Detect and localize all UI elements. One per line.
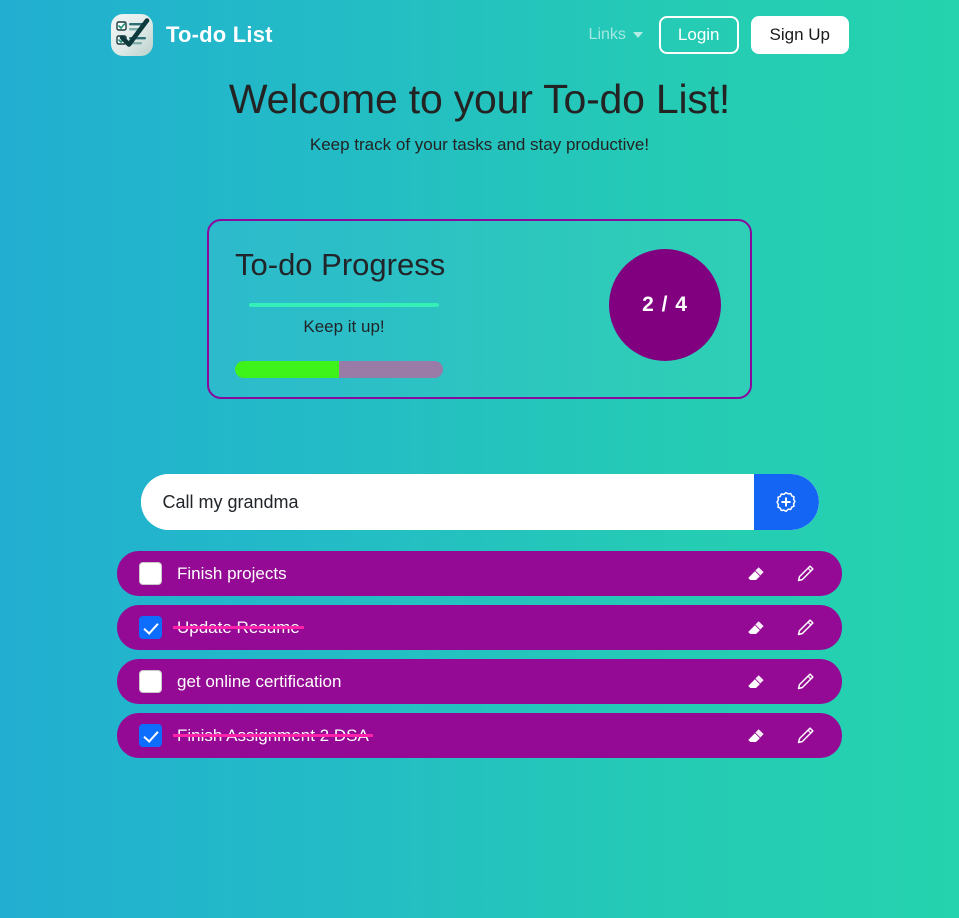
todo-checkbox[interactable] <box>139 724 162 747</box>
todo-checkbox[interactable] <box>139 562 162 585</box>
todo-actions <box>744 671 816 693</box>
chevron-down-icon <box>632 32 643 38</box>
progress-divider <box>249 303 439 307</box>
navbar-right-group: Links Login Sign Up <box>585 16 849 54</box>
add-task-button[interactable] <box>753 474 819 530</box>
progress-bar-track <box>235 361 443 378</box>
plus-badge-icon <box>776 491 796 513</box>
todo-checkbox[interactable] <box>139 616 162 639</box>
nav-links-dropdown[interactable]: Links <box>585 20 647 50</box>
todo-item: get online certification <box>117 659 842 704</box>
page-title: Welcome to your To-do List! <box>228 76 731 122</box>
pencil-icon <box>797 726 814 743</box>
todo-label: Update Resume <box>173 617 304 637</box>
todo-checkbox[interactable] <box>139 670 162 693</box>
edit-task-button[interactable] <box>794 725 816 747</box>
edit-task-button[interactable] <box>794 617 816 639</box>
login-button[interactable]: Login <box>658 16 739 54</box>
nav-links-label: Links <box>588 26 626 43</box>
todo-actions <box>744 617 816 639</box>
todo-item: Update Resume <box>117 605 842 650</box>
hero-section: Welcome to your To-do List! Keep track o… <box>0 76 959 155</box>
pencil-icon <box>797 564 814 581</box>
new-task-input[interactable] <box>140 474 754 530</box>
eraser-icon <box>748 728 764 742</box>
progress-card: To-do Progress Keep it up! 2 / 4 <box>207 219 752 399</box>
todo-label: Finish projects <box>177 563 287 583</box>
edit-task-button[interactable] <box>794 563 816 585</box>
todo-checklist-logo-icon <box>111 14 153 56</box>
todo-item: Finish projects <box>117 551 842 596</box>
delete-task-button[interactable] <box>744 671 766 693</box>
progress-section: To-do Progress Keep it up! 2 / 4 <box>207 219 752 399</box>
todo-actions <box>744 725 816 747</box>
edit-task-button[interactable] <box>794 671 816 693</box>
pencil-icon <box>797 618 814 635</box>
navbar: To-do List Links Login Sign Up <box>0 0 959 70</box>
progress-encouragement: Keep it up! <box>303 317 385 336</box>
todo-label: Finish Assignment 2 DSA <box>173 725 373 745</box>
todo-item: Finish Assignment 2 DSA <box>117 713 842 758</box>
eraser-icon <box>748 674 764 688</box>
page-subtitle: Keep track of your tasks and stay produc… <box>309 135 650 154</box>
delete-task-button[interactable] <box>744 563 766 585</box>
pencil-icon <box>797 672 814 689</box>
delete-task-button[interactable] <box>744 617 766 639</box>
brand-title: To-do List <box>166 22 273 47</box>
signup-button[interactable]: Sign Up <box>750 16 849 54</box>
progress-count-badge: 2 / 4 <box>609 249 721 361</box>
todo-actions <box>744 563 816 585</box>
eraser-icon <box>748 566 764 580</box>
delete-task-button[interactable] <box>744 725 766 747</box>
add-task-row <box>140 474 819 530</box>
progress-bar-fill <box>235 361 339 378</box>
eraser-icon <box>748 620 764 634</box>
todo-list: Finish projects Update Resume get online c… <box>117 551 842 758</box>
brand-link[interactable]: To-do List <box>110 13 273 57</box>
todo-label: get online certification <box>177 671 342 691</box>
